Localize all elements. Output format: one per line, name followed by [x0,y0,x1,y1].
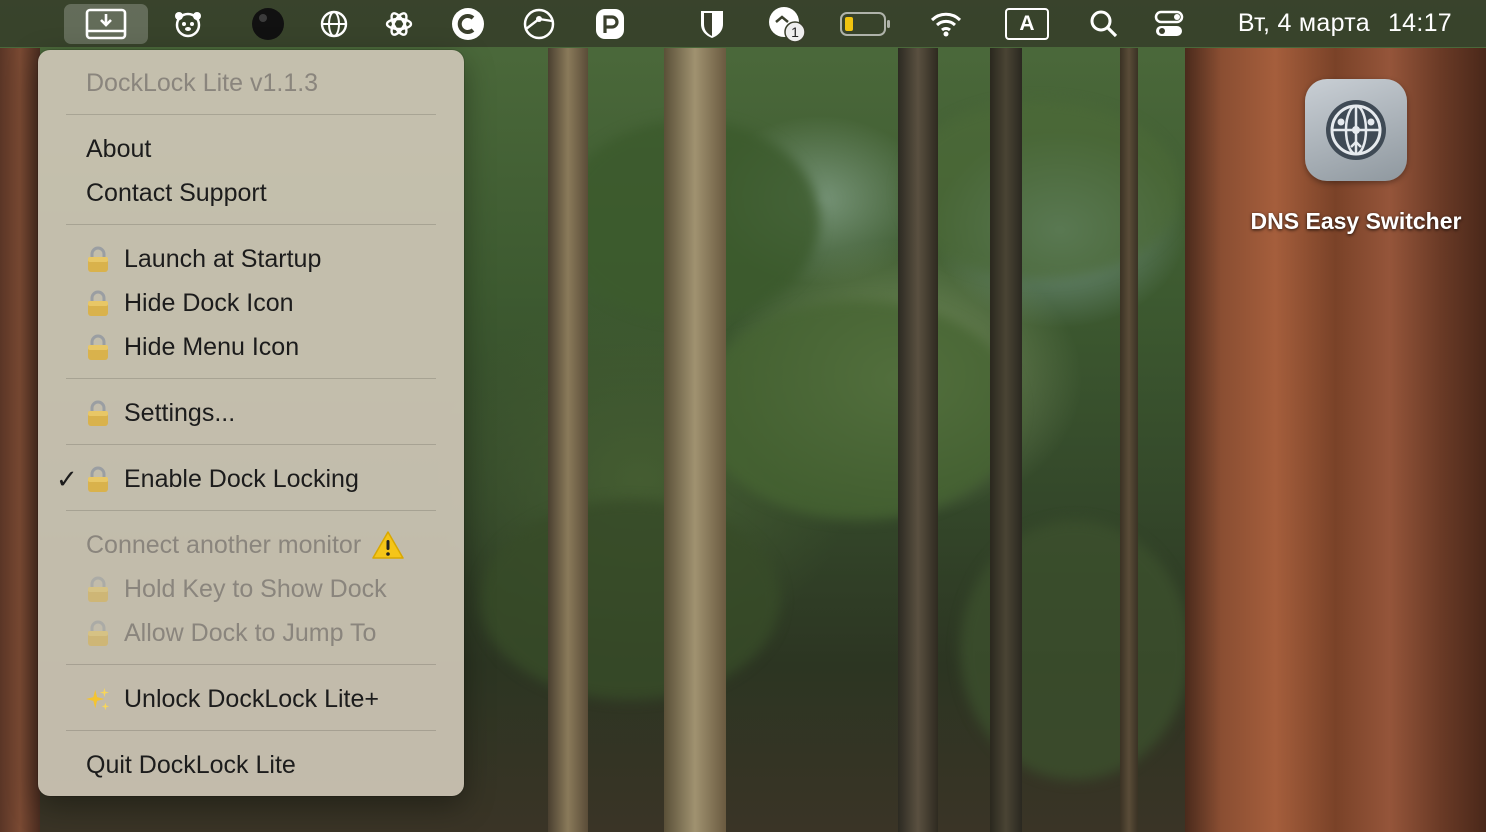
menu-separator [66,114,436,115]
menu-item-label: Hide Menu Icon [124,332,300,361]
lock-icon [86,245,110,273]
menu-item-unlock-plus[interactable]: Unlock DockLock Lite+ [86,679,379,719]
menu-separator [66,444,436,445]
sparkles-icon [86,685,110,713]
docklock-menu: DockLock Lite v1.1.3 About Contact Suppo… [38,50,464,796]
menu-item-launch-at-startup[interactable]: Launch at Startup [86,239,321,279]
menu-item-hold-key: Hold Key to Show Dock [86,569,387,609]
control-center-icon[interactable] [1152,4,1186,44]
warning-icon [371,530,405,560]
lock-icon [86,575,110,603]
menubar-clock[interactable]: Вт, 4 марта 14:17 [1238,0,1452,47]
menu-item-label: Enable Dock Locking [124,464,359,493]
menu-item-allow-jump: Allow Dock to Jump To [86,613,376,653]
menu-item-label: Settings... [124,398,236,427]
menu-item-enable-dock-locking[interactable]: Enable Dock Locking [86,459,359,499]
menu-separator [66,510,436,511]
input-source-label: A [1005,8,1049,40]
menu-item-connect-monitor: Connect another monitor [86,525,405,565]
menu-bar: 1 A Вт, 4 марта 14:17 [0,0,1486,47]
menubar-time: 14:17 [1387,9,1452,37]
p-refresh-icon[interactable] [592,4,628,44]
lock-icon [86,619,110,647]
battery-icon [838,4,894,44]
menu-item-label: Allow Dock to Jump To [124,618,377,647]
bear-face-icon[interactable] [170,4,206,44]
menubar-date: Вт, 4 марта [1237,9,1370,37]
lock-icon [86,399,110,427]
checkmark-icon: ✓ [56,463,78,494]
menu-item-label: Unlock DockLock Lite+ [124,684,379,713]
desktop-icon-label[interactable]: DNS Easy Switcher [1238,208,1474,235]
search-icon[interactable] [1087,4,1121,44]
menu-title: DockLock Lite v1.1.3 [86,68,319,97]
menu-separator [66,378,436,379]
openai-icon[interactable] [381,4,417,44]
svg-text:1: 1 [791,24,799,40]
menu-item-about[interactable]: About [86,129,151,169]
menu-item-hide-dock-icon[interactable]: Hide Dock Icon [86,283,294,323]
dns-easy-switcher-app-icon[interactable] [1305,79,1407,181]
notification-cloud-icon[interactable]: 1 [765,4,811,44]
lock-icon [86,289,110,317]
lock-icon [86,333,110,361]
menu-item-hide-menu-icon[interactable]: Hide Menu Icon [86,327,299,367]
shield-icon[interactable] [695,4,729,44]
menu-item-quit[interactable]: Quit DockLock Lite [86,745,296,785]
black-circle-icon[interactable] [250,4,286,44]
menu-item-settings[interactable]: Settings... [86,393,235,433]
globe-network-icon[interactable] [316,4,352,44]
menu-item-label: Hide Dock Icon [124,288,294,317]
menu-separator [66,730,436,731]
docklock-download-icon[interactable] [64,4,148,44]
menu-item-label: Connect another monitor [86,530,362,559]
c-letter-icon[interactable] [449,4,487,44]
menu-item-label: Hold Key to Show Dock [124,574,387,603]
dns-globe-icon[interactable] [519,4,559,44]
lock-icon [86,465,110,493]
wifi-icon[interactable] [927,4,965,44]
menu-item-label: Launch at Startup [124,244,322,273]
menu-separator [66,224,436,225]
menu-item-contact-support[interactable]: Contact Support [86,173,267,213]
input-source-icon[interactable]: A [1004,4,1050,44]
menu-separator [66,664,436,665]
